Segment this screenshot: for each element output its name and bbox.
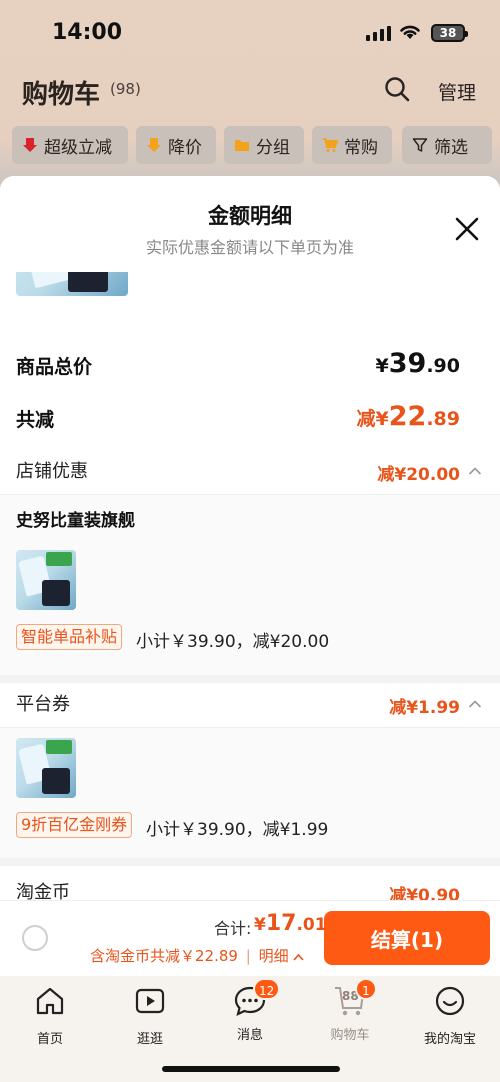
home-icon xyxy=(36,987,64,1015)
tab-home[interactable]: 首页 xyxy=(5,984,95,1047)
smart-subsidy-badge: 智能单品补贴 xyxy=(16,624,123,650)
filter-chip-price-drop[interactable]: 降价 xyxy=(136,126,216,164)
status-bar: 14:00 38 xyxy=(0,0,500,66)
total-discount-label: 共减 xyxy=(16,409,55,431)
tab-label: 购物车 xyxy=(330,1028,370,1043)
chevron-up-icon[interactable] xyxy=(293,953,304,961)
price-decimal: .90 xyxy=(426,355,460,377)
total-integer: 17 xyxy=(265,911,297,936)
filter-chips: 超级立减 降价 分组 常购 筛选 xyxy=(0,122,500,168)
section-gap xyxy=(0,675,500,683)
tab-my-taobao[interactable]: 我的淘宝 xyxy=(405,984,495,1047)
platform-coupon-amount: 减¥1.99 xyxy=(389,698,460,718)
cart-header: 购物车 (98) 管理 xyxy=(0,66,500,116)
cellular-signal-icon xyxy=(366,26,391,41)
platform-subtotal: 小计￥39.90，减¥1.99 xyxy=(146,820,329,840)
discount-decimal: .89 xyxy=(426,408,460,430)
manage-button[interactable]: 管理 xyxy=(438,78,476,105)
cart-badge: 1 xyxy=(355,978,377,1000)
filter-chip-label: 超级立减 xyxy=(44,137,112,158)
arrow-down-yellow-icon xyxy=(147,138,161,152)
sheet-title: 金额明细 xyxy=(208,204,292,228)
total-decimal: .01 xyxy=(296,915,327,935)
product-thumbnail xyxy=(16,738,76,798)
chevron-up-icon[interactable] xyxy=(468,466,482,476)
search-icon[interactable] xyxy=(384,76,410,102)
total-price-value: ¥39.90 xyxy=(376,348,460,379)
divider: | xyxy=(245,947,251,965)
store-discount-amount: 减¥20.00 xyxy=(377,465,460,485)
status-time: 14:00 xyxy=(52,20,123,45)
tab-cart[interactable]: 88 1 购物车 xyxy=(305,978,395,1043)
deduct-text: 含淘金币共减￥22.89 xyxy=(90,947,238,965)
sheet-content[interactable]: 商品总价 ¥39.90 共减 减¥22.89 店铺优惠 减¥20.00 史努比童… xyxy=(0,176,500,976)
currency-symbol: ¥ xyxy=(375,355,389,377)
total-discount-value: 减¥22.89 xyxy=(357,401,460,432)
tab-label: 消息 xyxy=(236,1028,263,1043)
total-amount: ¥17.01 xyxy=(254,911,327,936)
filter-chip-label: 降价 xyxy=(168,137,202,158)
tab-messages[interactable]: 12 消息 xyxy=(205,978,295,1043)
platform-coupon-label: 平台券 xyxy=(16,694,70,715)
checkout-button[interactable]: 结算(1) xyxy=(324,911,490,965)
total-label: 合计: xyxy=(214,919,252,938)
tab-label: 我的淘宝 xyxy=(423,1032,476,1047)
price-integer: 39 xyxy=(388,348,427,379)
cart-count: (98) xyxy=(110,80,141,98)
arrow-down-red-icon xyxy=(23,138,37,152)
tab-browse[interactable]: 逛逛 xyxy=(105,984,195,1047)
home-indicator xyxy=(162,1066,340,1072)
discount-prefix: 减¥ xyxy=(356,408,389,430)
store-subtotal: 小计￥39.90，减¥20.00 xyxy=(136,632,330,652)
filter-chip-filter[interactable]: 筛选 xyxy=(402,126,492,164)
filter-chip-label: 分组 xyxy=(256,137,290,158)
message-icon-wrapper: 12 xyxy=(233,978,281,1018)
select-all-radio[interactable] xyxy=(22,925,48,951)
total-price-label: 商品总价 xyxy=(16,356,93,378)
filter-chip-frequent[interactable]: 常购 xyxy=(312,126,392,164)
battery-icon: 38 xyxy=(431,24,468,42)
chevron-up-icon[interactable] xyxy=(468,699,482,709)
detail-link[interactable]: 明细 xyxy=(259,947,289,965)
checkout-bar: 合计: ¥17.01 含淘金币共减￥22.89 | 明细 结算(1) xyxy=(0,900,500,976)
filter-icon xyxy=(412,138,428,152)
discount-integer: 22 xyxy=(388,401,427,432)
sheet-subtitle: 实际优惠金额请以下单页为准 xyxy=(145,238,354,257)
section-gap xyxy=(0,858,500,866)
close-icon[interactable] xyxy=(454,216,480,242)
store-discount-label: 店铺优惠 xyxy=(16,461,88,482)
wifi-icon xyxy=(400,25,420,39)
sheet-header: 金额明细 实际优惠金额请以下单页为准 xyxy=(0,176,500,272)
deduct-summary: 含淘金币共减￥22.89 | 明细 xyxy=(90,945,304,966)
cart-icon xyxy=(323,138,338,152)
total-currency: ¥ xyxy=(254,915,266,935)
filter-chip-super-discount[interactable]: 超级立减 xyxy=(12,126,128,164)
amount-detail-sheet: 金额明细 实际优惠金额请以下单页为准 商品总价 ¥39.90 共减 减¥22.8… xyxy=(0,176,500,976)
product-thumbnail xyxy=(16,550,76,610)
shop-name: 史努比童装旗舰 xyxy=(16,511,135,531)
coupon-badge: 9折百亿金刚券 xyxy=(16,812,133,838)
video-icon xyxy=(135,988,165,1014)
message-badge: 12 xyxy=(253,978,281,1000)
filter-chip-label: 常购 xyxy=(344,137,378,158)
tab-label: 首页 xyxy=(36,1032,63,1047)
page-title: 购物车 xyxy=(22,80,101,110)
tab-label: 逛逛 xyxy=(136,1032,163,1047)
folder-icon xyxy=(235,140,249,151)
filter-chip-group[interactable]: 分组 xyxy=(224,126,304,164)
filter-chip-label: 筛选 xyxy=(434,137,468,158)
cart-icon-wrapper: 88 1 xyxy=(333,978,377,1018)
smile-icon xyxy=(435,986,465,1016)
